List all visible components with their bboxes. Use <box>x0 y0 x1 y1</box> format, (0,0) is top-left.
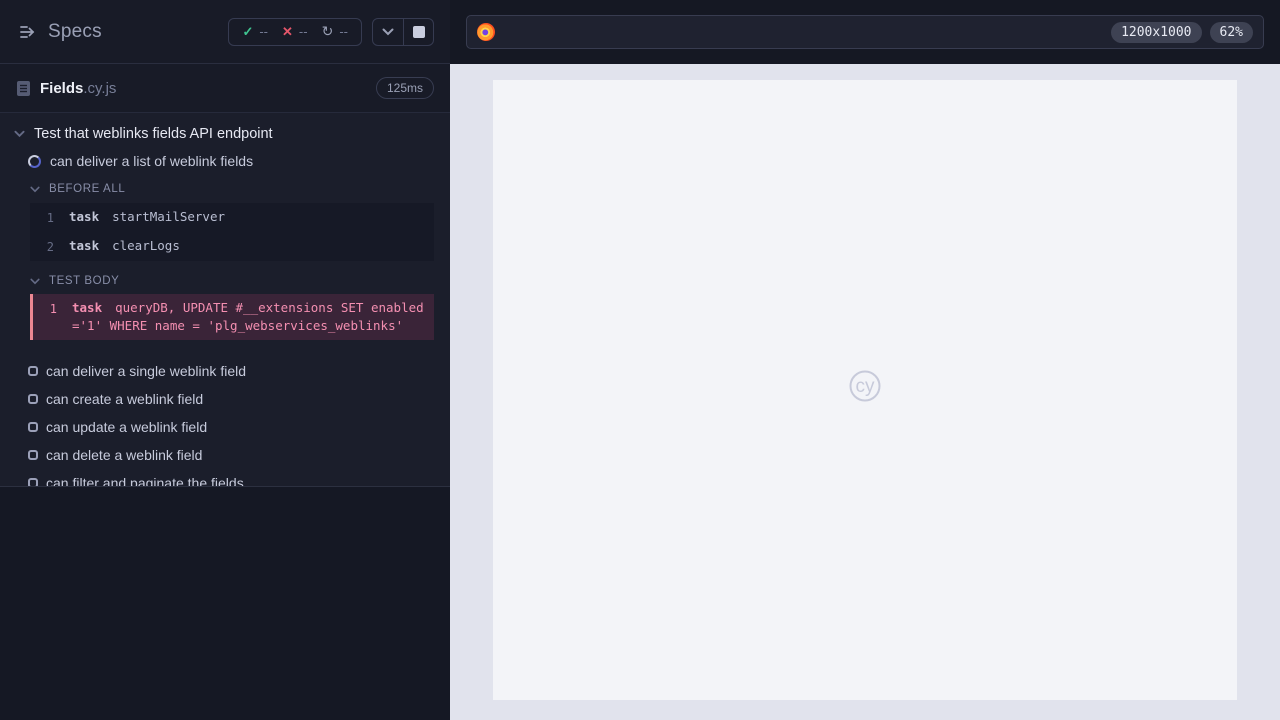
suite-row[interactable]: Test that weblinks fields API endpoint <box>0 126 450 142</box>
pending-test-label: can filter and paginate the fields <box>46 475 244 487</box>
passed-check-icon: ✓ <box>242 23 254 39</box>
specs-list-toggle-icon[interactable] <box>16 20 40 44</box>
running-spinner-icon <box>28 154 41 168</box>
pending-test-icon <box>28 366 38 376</box>
command-number: 2 <box>46 240 54 254</box>
pending-test-label: can create a weblink field <box>46 391 204 407</box>
hook-section-label: BEFORE ALL <box>49 183 126 195</box>
command-row[interactable]: 2 task clearLogs <box>30 232 434 261</box>
spec-file-ext: .cy.js <box>83 79 117 97</box>
svg-text:cy: cy <box>856 376 876 397</box>
command-message: clearLogs <box>112 238 180 253</box>
test-stats: ✓ -- ✕ -- ↻ -- <box>228 17 362 46</box>
aut-background: cy <box>450 64 1280 720</box>
spec-file-name: Fields <box>40 79 84 97</box>
hook-section-test-body[interactable]: TEST BODY <box>0 275 450 287</box>
hook-section-before-all[interactable]: BEFORE ALL <box>0 183 450 195</box>
pending-test-row[interactable]: can filter and paginate the fields <box>0 469 450 487</box>
chevron-down-icon <box>30 186 40 192</box>
viewport-size-badge: 1200x1000 <box>1111 21 1202 43</box>
stop-run-button[interactable] <box>403 18 433 45</box>
cypress-watermark-icon: cy <box>845 368 885 412</box>
test-reporter: Test that weblinks fields API endpoint c… <box>0 113 450 487</box>
pending-count: -- <box>339 24 348 39</box>
stat-pending: ↻ -- <box>322 23 348 40</box>
firefox-icon <box>477 23 495 41</box>
stat-failed: ✕ -- <box>282 24 308 40</box>
stop-icon <box>412 25 425 38</box>
command-log-before-all: 1 task startMailServer 2 task clearLogs <box>30 203 434 261</box>
viewport-scale-badge: 62% <box>1209 21 1253 43</box>
chevron-down-icon <box>30 278 40 284</box>
reporter-sidebar: Specs ✓ -- ✕ -- ↻ -- Fields .cy.js 125ms… <box>0 0 450 720</box>
running-test-row[interactable]: can deliver a list of weblink fields <box>0 153 450 169</box>
command-method: task <box>69 209 100 224</box>
command-row-highlighted[interactable]: 1 task queryDB, UPDATE #__extensions SET … <box>33 294 434 340</box>
specs-title: Specs <box>48 20 102 42</box>
pending-test-icon <box>28 478 38 486</box>
pending-tests-list: can deliver a single weblink field can c… <box>0 357 450 487</box>
aut-screen[interactable]: cy <box>493 80 1237 700</box>
passed-count: -- <box>259 24 269 39</box>
stat-passed: ✓ -- <box>242 24 268 40</box>
pending-refresh-icon: ↻ <box>321 23 334 39</box>
command-method: task <box>69 238 100 253</box>
spec-file-icon <box>16 80 31 97</box>
collapse-all-button[interactable] <box>373 19 403 45</box>
pending-test-label: can update a weblink field <box>46 419 208 435</box>
hook-section-label: TEST BODY <box>49 275 120 287</box>
pending-test-row[interactable]: can create a weblink field <box>0 385 450 413</box>
chevron-down-icon <box>14 130 25 138</box>
pending-test-icon <box>28 422 38 432</box>
spec-file-row[interactable]: Fields .cy.js 125ms <box>0 64 450 113</box>
failed-x-icon: ✕ <box>282 23 293 39</box>
pending-test-row[interactable]: can update a weblink field <box>0 413 450 441</box>
pending-test-icon <box>28 394 38 404</box>
pending-test-label: can deliver a single weblink field <box>46 363 246 379</box>
pending-test-row[interactable]: can deliver a single weblink field <box>0 357 450 385</box>
command-message: startMailServer <box>112 209 225 224</box>
command-method: task <box>72 300 103 315</box>
spec-duration-badge: 125ms <box>375 77 434 99</box>
command-message: queryDB, UPDATE #__extensions SET enable… <box>72 300 424 333</box>
pending-test-label: can delete a weblink field <box>46 447 203 463</box>
pending-test-icon <box>28 450 38 460</box>
aut-panel: 1200x1000 62% cy <box>450 0 1280 720</box>
command-number: 1 <box>49 302 57 316</box>
failed-count: -- <box>298 24 308 39</box>
pending-test-row[interactable]: can delete a weblink field <box>0 441 450 469</box>
suite-title: Test that weblinks fields API endpoint <box>34 126 273 142</box>
sidebar-empty-area <box>0 487 450 720</box>
aut-header: 1200x1000 62% <box>450 0 1280 64</box>
running-test-label: can deliver a list of weblink fields <box>50 153 254 169</box>
command-log-test-body-highlighted: 1 task queryDB, UPDATE #__extensions SET … <box>30 294 434 340</box>
reporter-header: Specs ✓ -- ✕ -- ↻ -- <box>0 0 450 64</box>
run-controls <box>372 17 434 46</box>
command-row[interactable]: 1 task startMailServer <box>30 203 434 232</box>
command-number: 1 <box>46 211 54 225</box>
address-bar[interactable]: 1200x1000 62% <box>466 15 1264 49</box>
